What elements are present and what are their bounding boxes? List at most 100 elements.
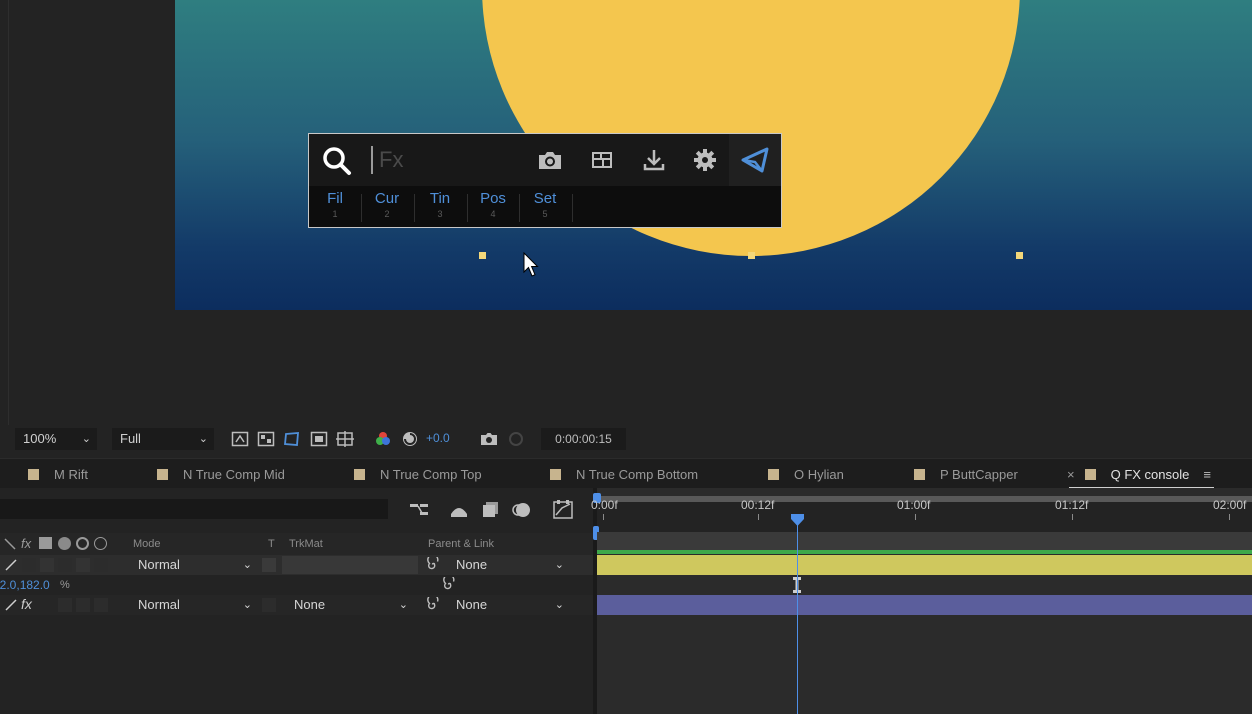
property-track: [597, 575, 1252, 595]
time-ruler[interactable]: 0:00f 00:12f 01:00f 01:12f 02:00f: [591, 493, 1252, 540]
comp-duration-bar: [597, 550, 1252, 554]
grid-guides-icon[interactable]: [336, 430, 354, 448]
trkmat-dropdown[interactable]: [282, 556, 418, 574]
playhead-handle[interactable]: [791, 514, 804, 526]
apply-fx-button[interactable]: [729, 134, 781, 186]
switch-box[interactable]: [58, 558, 72, 572]
switch-box[interactable]: [76, 558, 90, 572]
screenshot-button[interactable]: [535, 146, 565, 174]
chevron-down-icon: ⌄: [554, 559, 564, 571]
close-icon[interactable]: ×: [1067, 467, 1075, 482]
tab-p-buttcapper[interactable]: P ButtCapper: [914, 459, 1018, 489]
switch-box[interactable]: [94, 558, 108, 572]
tab-o-hylian[interactable]: O Hylian: [768, 459, 844, 489]
ruler-label: 00:12f: [741, 498, 775, 512]
motion-blur-icon[interactable]: [511, 500, 533, 520]
blend-mode-dropdown[interactable]: Normal ⌄: [132, 556, 256, 574]
tab-n-true-comp-bottom[interactable]: N True Comp Bottom: [550, 459, 698, 489]
fx-tab-tin[interactable]: Tin 3: [414, 190, 466, 224]
frame-blend-switch-icon: [39, 537, 52, 549]
fx-tab-pos[interactable]: Pos 4: [467, 190, 519, 224]
trkmat-dropdown[interactable]: None ⌄: [288, 596, 412, 614]
layer-column-header: fx Mode T TrkMat Parent & Link: [0, 533, 593, 555]
show-snapshot-icon[interactable]: [507, 430, 525, 448]
layer-bar-yellow[interactable]: [597, 555, 1252, 575]
search-icon[interactable]: [321, 145, 353, 177]
transparency-grid-icon[interactable]: [257, 430, 275, 448]
layer-bar-purple[interactable]: [597, 595, 1252, 615]
region-of-interest-icon[interactable]: [310, 430, 328, 448]
ruler-tick: [1072, 514, 1073, 520]
zoom-dropdown[interactable]: 100% ⌄: [15, 428, 97, 450]
presets-button[interactable]: [587, 146, 617, 174]
pick-whip-icon[interactable]: [426, 597, 441, 612]
motion-blur-switch-icon: [58, 537, 71, 550]
graph-editor-icon[interactable]: [552, 500, 574, 520]
shy-switch-icon[interactable]: [4, 598, 18, 612]
ruler-label: 01:00f: [897, 498, 931, 512]
exposure-value[interactable]: +0.0: [426, 431, 450, 445]
chevron-down-icon: ⌄: [242, 599, 252, 611]
fx-search-input[interactable]: [371, 146, 521, 174]
download-button[interactable]: [639, 146, 669, 174]
layer-row[interactable]: Normal ⌄ None ⌄: [0, 555, 593, 575]
transform-handle[interactable]: [748, 252, 755, 259]
layer-search-field[interactable]: [0, 499, 388, 519]
ruler-tick: [603, 514, 604, 520]
switch-box[interactable]: [58, 598, 72, 612]
fx-tab-cur[interactable]: Cur 2: [361, 190, 413, 224]
preserve-transparency-checkbox[interactable]: [262, 598, 276, 612]
fx-switch-icon: fx: [21, 536, 32, 551]
scale-property-row[interactable]: 82.0,182.0 %: [0, 575, 593, 595]
after-effects-window: Fil 1 Cur 2 Tin 3 Pos 4: [0, 0, 1252, 714]
fx-tab-fil[interactable]: Fil 1: [309, 190, 361, 224]
switch-box[interactable]: [22, 558, 36, 572]
fx-switch-icon[interactable]: fx: [21, 596, 32, 612]
send-icon: [741, 147, 769, 173]
tab-q-fx-console[interactable]: × Q FX console ≡: [1067, 459, 1211, 489]
shy-switch-icon[interactable]: [4, 558, 18, 572]
panel-menu-icon[interactable]: ≡: [1203, 467, 1211, 482]
frame-blending-icon[interactable]: [480, 500, 502, 520]
chevron-down-icon: ⌄: [198, 433, 208, 445]
preserve-transparency-checkbox[interactable]: [262, 558, 276, 572]
reset-exposure-icon[interactable]: [401, 430, 419, 448]
label-color-swatch: [28, 468, 39, 480]
fx-tab-set[interactable]: Set 5: [519, 190, 571, 224]
label-color-swatch: [768, 468, 779, 480]
snapshot-camera-icon[interactable]: [480, 430, 498, 448]
pick-whip-icon[interactable]: [426, 557, 441, 572]
scale-value[interactable]: 82.0,182.0: [0, 578, 50, 592]
pick-whip-icon[interactable]: [442, 577, 457, 592]
transform-handle[interactable]: [479, 252, 486, 259]
resolution-dropdown[interactable]: Full ⌄: [112, 428, 214, 450]
blend-mode-dropdown[interactable]: Normal ⌄: [132, 596, 256, 614]
panel-divider: [8, 0, 9, 425]
image-icon: [592, 152, 612, 168]
ruler-label: 01:12f: [1055, 498, 1089, 512]
tab-m-rift[interactable]: M Rift: [28, 459, 88, 489]
tab-n-true-comp-mid[interactable]: N True Comp Mid: [157, 459, 285, 489]
switch-box[interactable]: [76, 598, 90, 612]
current-time-display[interactable]: 0:00:00:15: [541, 428, 626, 450]
ruler-label: 0:00f: [591, 498, 618, 512]
mask-visibility-icon[interactable]: [283, 430, 301, 448]
timecode-value: 0:00:00:15: [555, 432, 612, 446]
channels-icon[interactable]: [374, 430, 392, 448]
composition-viewer: Fil 1 Cur 2 Tin 3 Pos 4: [0, 0, 1252, 425]
transform-handle[interactable]: [1016, 252, 1023, 259]
parent-dropdown[interactable]: None ⌄: [450, 556, 568, 574]
label-color-swatch: [550, 468, 561, 480]
comp-flowchart-icon[interactable]: [408, 500, 430, 520]
tab-n-true-comp-top[interactable]: N True Comp Top: [354, 459, 482, 489]
shy-layers-icon[interactable]: [448, 500, 470, 520]
parent-dropdown[interactable]: None ⌄: [450, 596, 568, 614]
settings-button[interactable]: [690, 146, 720, 174]
fx-console-header: [309, 134, 781, 186]
ruler-tick: [915, 514, 916, 520]
chevron-down-icon: ⌄: [242, 559, 252, 571]
switch-box[interactable]: [94, 598, 108, 612]
switch-box[interactable]: [40, 558, 54, 572]
fast-previews-icon[interactable]: [231, 430, 249, 448]
layer-row[interactable]: fx Normal ⌄ None ⌄ None ⌄: [0, 595, 593, 615]
